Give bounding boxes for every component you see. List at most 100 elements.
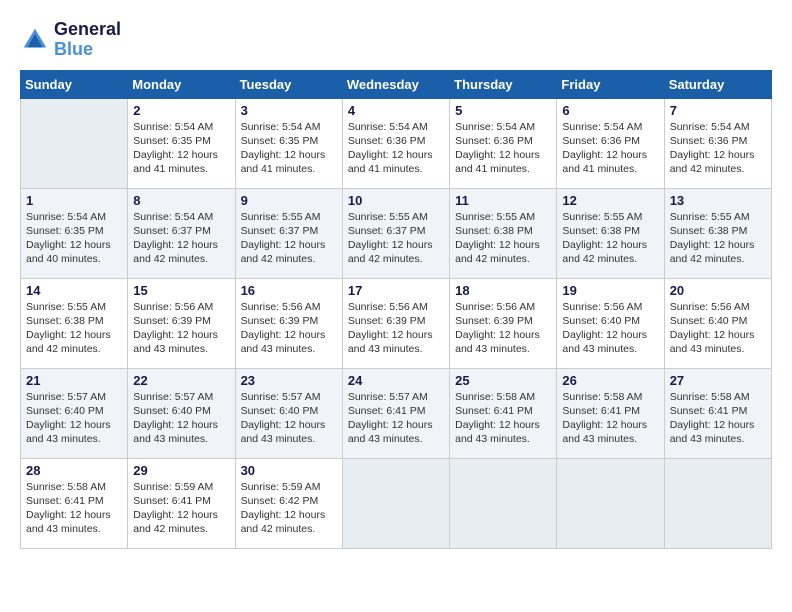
calendar-cell: 2 Sunrise: 5:54 AMSunset: 6:35 PMDaylight… <box>128 98 235 188</box>
calendar-week-row: 21 Sunrise: 5:57 AMSunset: 6:40 PMDayligh… <box>21 368 772 458</box>
calendar-body: 2 Sunrise: 5:54 AMSunset: 6:35 PMDaylight… <box>21 98 772 548</box>
column-header-thursday: Thursday <box>450 70 557 98</box>
day-number: 8 <box>133 193 229 208</box>
day-info: Sunrise: 5:58 AMSunset: 6:41 PMDaylight:… <box>562 390 658 447</box>
day-info: Sunrise: 5:58 AMSunset: 6:41 PMDaylight:… <box>670 390 766 447</box>
day-info: Sunrise: 5:56 AMSunset: 6:39 PMDaylight:… <box>455 300 551 357</box>
day-number: 25 <box>455 373 551 388</box>
day-info: Sunrise: 5:56 AMSunset: 6:39 PMDaylight:… <box>133 300 229 357</box>
day-number: 5 <box>455 103 551 118</box>
day-number: 12 <box>562 193 658 208</box>
day-number: 18 <box>455 283 551 298</box>
calendar-table: SundayMondayTuesdayWednesdayThursdayFrid… <box>20 70 772 549</box>
logo-text: General Blue <box>54 20 121 60</box>
day-number: 27 <box>670 373 766 388</box>
calendar-cell: 18 Sunrise: 5:56 AMSunset: 6:39 PMDayligh… <box>450 278 557 368</box>
calendar-cell: 20Sunrise: 5:56 AMSunset: 6:40 PMDayligh… <box>664 278 771 368</box>
calendar-cell: 29Sunrise: 5:59 AMSunset: 6:41 PMDayligh… <box>128 458 235 548</box>
day-number: 11 <box>455 193 551 208</box>
calendar-cell: 4 Sunrise: 5:54 AMSunset: 6:36 PMDaylight… <box>342 98 449 188</box>
day-info: Sunrise: 5:56 AMSunset: 6:39 PMDaylight:… <box>241 300 337 357</box>
day-number: 1 <box>26 193 122 208</box>
calendar-cell: 14 Sunrise: 5:55 AMSunset: 6:38 PMDayligh… <box>21 278 128 368</box>
day-number: 16 <box>241 283 337 298</box>
day-info: Sunrise: 5:56 AMSunset: 6:40 PMDaylight:… <box>562 300 658 357</box>
calendar-cell <box>557 458 664 548</box>
calendar-week-row: 1 Sunrise: 5:54 AMSunset: 6:35 PMDaylight… <box>21 188 772 278</box>
day-number: 2 <box>133 103 229 118</box>
day-number: 30 <box>241 463 337 478</box>
calendar-cell: 7 Sunrise: 5:54 AMSunset: 6:36 PMDaylight… <box>664 98 771 188</box>
calendar-cell <box>21 98 128 188</box>
calendar-cell: 16 Sunrise: 5:56 AMSunset: 6:39 PMDayligh… <box>235 278 342 368</box>
calendar-cell: 19 Sunrise: 5:56 AMSunset: 6:40 PMDayligh… <box>557 278 664 368</box>
day-number: 3 <box>241 103 337 118</box>
day-number: 26 <box>562 373 658 388</box>
calendar-cell: 1 Sunrise: 5:54 AMSunset: 6:35 PMDaylight… <box>21 188 128 278</box>
day-info: Sunrise: 5:59 AMSunset: 6:42 PMDaylight:… <box>241 480 337 537</box>
calendar-cell <box>664 458 771 548</box>
calendar-cell: 17 Sunrise: 5:56 AMSunset: 6:39 PMDayligh… <box>342 278 449 368</box>
day-info: Sunrise: 5:58 AMSunset: 6:41 PMDaylight:… <box>26 480 122 537</box>
calendar-cell: 6 Sunrise: 5:54 AMSunset: 6:36 PMDaylight… <box>557 98 664 188</box>
calendar-week-row: 28Sunrise: 5:58 AMSunset: 6:41 PMDayligh… <box>21 458 772 548</box>
day-number: 10 <box>348 193 444 208</box>
calendar-cell: 25 Sunrise: 5:58 AMSunset: 6:41 PMDayligh… <box>450 368 557 458</box>
day-info: Sunrise: 5:55 AMSunset: 6:38 PMDaylight:… <box>26 300 122 357</box>
calendar-cell: 11Sunrise: 5:55 AMSunset: 6:38 PMDayligh… <box>450 188 557 278</box>
page-header: General Blue <box>20 20 772 60</box>
calendar-cell: 23Sunrise: 5:57 AMSunset: 6:40 PMDayligh… <box>235 368 342 458</box>
day-info: Sunrise: 5:58 AMSunset: 6:41 PMDaylight:… <box>455 390 551 447</box>
column-header-sunday: Sunday <box>21 70 128 98</box>
day-info: Sunrise: 5:59 AMSunset: 6:41 PMDaylight:… <box>133 480 229 537</box>
day-number: 15 <box>133 283 229 298</box>
day-info: Sunrise: 5:57 AMSunset: 6:40 PMDaylight:… <box>26 390 122 447</box>
day-number: 23 <box>241 373 337 388</box>
calendar-cell: 30 Sunrise: 5:59 AMSunset: 6:42 PMDayligh… <box>235 458 342 548</box>
calendar-cell: 27 Sunrise: 5:58 AMSunset: 6:41 PMDayligh… <box>664 368 771 458</box>
logo: General Blue <box>20 20 121 60</box>
calendar-cell: 8 Sunrise: 5:54 AMSunset: 6:37 PMDaylight… <box>128 188 235 278</box>
day-info: Sunrise: 5:55 AMSunset: 6:37 PMDaylight:… <box>241 210 337 267</box>
calendar-cell: 13 Sunrise: 5:55 AMSunset: 6:38 PMDayligh… <box>664 188 771 278</box>
day-info: Sunrise: 5:54 AMSunset: 6:35 PMDaylight:… <box>133 120 229 177</box>
day-number: 4 <box>348 103 444 118</box>
day-number: 21 <box>26 373 122 388</box>
day-number: 14 <box>26 283 122 298</box>
day-info: Sunrise: 5:56 AMSunset: 6:39 PMDaylight:… <box>348 300 444 357</box>
calendar-cell <box>342 458 449 548</box>
day-number: 13 <box>670 193 766 208</box>
day-info: Sunrise: 5:55 AMSunset: 6:38 PMDaylight:… <box>562 210 658 267</box>
calendar-cell: 12 Sunrise: 5:55 AMSunset: 6:38 PMDayligh… <box>557 188 664 278</box>
day-number: 17 <box>348 283 444 298</box>
day-info: Sunrise: 5:54 AMSunset: 6:35 PMDaylight:… <box>26 210 122 267</box>
day-number: 20 <box>670 283 766 298</box>
column-header-tuesday: Tuesday <box>235 70 342 98</box>
day-number: 24 <box>348 373 444 388</box>
calendar-week-row: 2 Sunrise: 5:54 AMSunset: 6:35 PMDaylight… <box>21 98 772 188</box>
day-number: 22 <box>133 373 229 388</box>
calendar-cell: 24Sunrise: 5:57 AMSunset: 6:41 PMDayligh… <box>342 368 449 458</box>
calendar-week-row: 14 Sunrise: 5:55 AMSunset: 6:38 PMDayligh… <box>21 278 772 368</box>
day-info: Sunrise: 5:55 AMSunset: 6:38 PMDaylight:… <box>670 210 766 267</box>
calendar-cell: 26 Sunrise: 5:58 AMSunset: 6:41 PMDayligh… <box>557 368 664 458</box>
calendar-cell: 3 Sunrise: 5:54 AMSunset: 6:35 PMDaylight… <box>235 98 342 188</box>
day-number: 6 <box>562 103 658 118</box>
calendar-cell: 15 Sunrise: 5:56 AMSunset: 6:39 PMDayligh… <box>128 278 235 368</box>
day-number: 19 <box>562 283 658 298</box>
calendar-cell <box>450 458 557 548</box>
column-header-monday: Monday <box>128 70 235 98</box>
day-info: Sunrise: 5:54 AMSunset: 6:36 PMDaylight:… <box>562 120 658 177</box>
day-info: Sunrise: 5:54 AMSunset: 6:36 PMDaylight:… <box>348 120 444 177</box>
calendar-cell: 5Sunrise: 5:54 AMSunset: 6:36 PMDaylight… <box>450 98 557 188</box>
day-number: 9 <box>241 193 337 208</box>
calendar-cell: 21 Sunrise: 5:57 AMSunset: 6:40 PMDayligh… <box>21 368 128 458</box>
day-info: Sunrise: 5:54 AMSunset: 6:36 PMDaylight:… <box>670 120 766 177</box>
day-info: Sunrise: 5:55 AMSunset: 6:37 PMDaylight:… <box>348 210 444 267</box>
column-header-saturday: Saturday <box>664 70 771 98</box>
day-number: 7 <box>670 103 766 118</box>
column-header-friday: Friday <box>557 70 664 98</box>
day-info: Sunrise: 5:54 AMSunset: 6:37 PMDaylight:… <box>133 210 229 267</box>
day-info: Sunrise: 5:54 AMSunset: 6:35 PMDaylight:… <box>241 120 337 177</box>
logo-icon <box>20 25 50 55</box>
